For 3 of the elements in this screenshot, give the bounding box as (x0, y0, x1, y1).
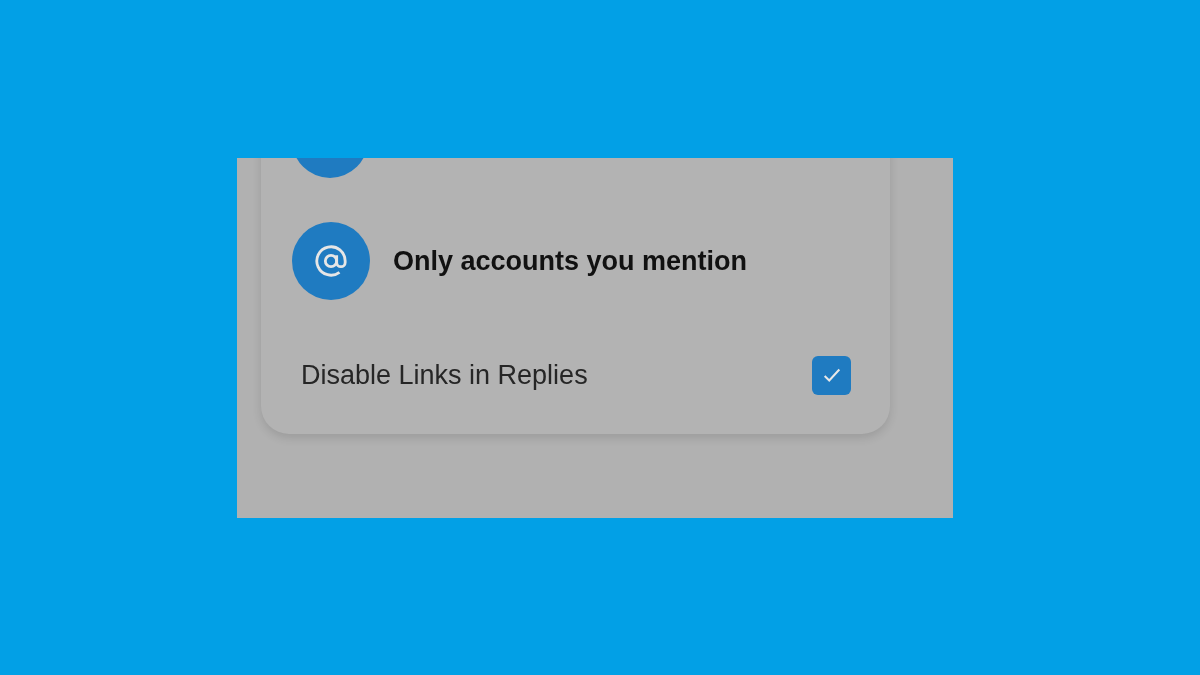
option-label[interactable]: Only accounts you mention (393, 240, 748, 282)
toggle-label: Disable Links in Replies (301, 358, 588, 392)
checkbox[interactable] (812, 355, 851, 395)
